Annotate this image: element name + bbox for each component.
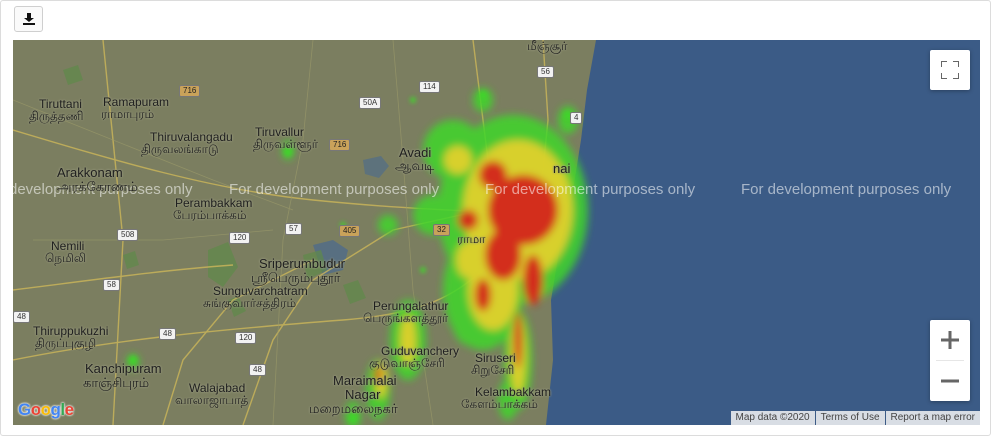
place-label: பேரம்பாக்கம் [173,208,247,222]
place-label: அரக்கோணம் [57,179,138,194]
report-error-link[interactable]: Report a map error [885,411,980,425]
dev-watermark: For development purposes only [229,181,440,198]
place-label: மீஞ்சூர் [527,40,568,53]
road-shield: 120 [235,332,257,344]
place-label: திருத்தணி [29,109,84,123]
road-shield: 716 [179,85,201,97]
place-label: Maraimalai [333,373,397,388]
place-label: நெமிலி [45,251,87,265]
google-logo[interactable]: Google [18,400,74,420]
road-shield: 405 [339,225,361,237]
road-shield: 48 [249,364,266,376]
zoom-control [930,320,970,401]
road-shield: 56 [537,66,554,78]
place-label: காஞ்சிபுரம் [83,375,150,390]
place-label: ஆவடி [395,158,435,173]
place-label: சுங்குவார்சத்திரம் [203,296,297,310]
place-label: திருப்புகுழி [35,336,97,350]
place-label: திருவலங்காடு [141,142,219,156]
place-label: Arakkonam [57,165,123,180]
road-shield: 120 [229,232,251,244]
fullscreen-icon [941,61,959,79]
place-label: குடுவாஞ்சேரி [369,356,445,370]
place-label: சிறுசேரி [471,363,515,377]
download-icon [22,13,35,25]
place-label: ராமா [457,232,486,246]
road-shield: 50A [359,97,382,109]
road-shield: 48 [159,328,176,340]
place-label: Nagar [345,387,381,402]
place-label: ஸ்ரீபெரும்புதூர் [251,270,341,285]
road-shield: 716 [329,139,351,151]
zoom-in-button[interactable] [930,320,970,360]
fullscreen-button[interactable] [930,50,970,90]
road-shield: 57 [285,223,302,235]
place-label: பெருங்களத்தூர் [363,311,449,325]
plus-icon [941,331,959,349]
zoom-out-button[interactable] [930,361,970,401]
map-panel: development purposes only For developmen… [0,0,991,436]
place-label: ராமாபுரம் [101,107,155,121]
place-label: nai [553,161,571,176]
dev-watermark: For development purposes only [741,181,952,198]
place-label: கேளம்பாக்கம் [461,397,538,411]
road-shield: 48 [13,311,30,323]
place-label: Kanchipuram [85,361,162,376]
map-data-text: Map data ©2020 [730,411,815,425]
road-shield: 32 [433,224,450,236]
map-attribution: Map data ©2020 Terms of Use Report a map… [730,411,980,425]
place-label: திருவள்ளூர் [253,137,318,151]
road-shield: 114 [419,81,440,93]
road-shield: 58 [103,279,120,291]
place-label: மறைமலைநகர் [309,401,398,416]
terms-link[interactable]: Terms of Use [815,411,885,425]
road-shield: 4 [570,112,583,124]
place-label: Sriperumbudur [259,256,345,271]
heatmap-map[interactable]: development purposes only For developmen… [13,40,980,425]
road-shield: 508 [117,229,139,241]
download-button[interactable] [14,6,43,32]
place-label: வாலாஜாபாத் [175,393,249,407]
dev-watermark: For development purposes only [485,181,696,198]
minus-icon [941,379,959,383]
